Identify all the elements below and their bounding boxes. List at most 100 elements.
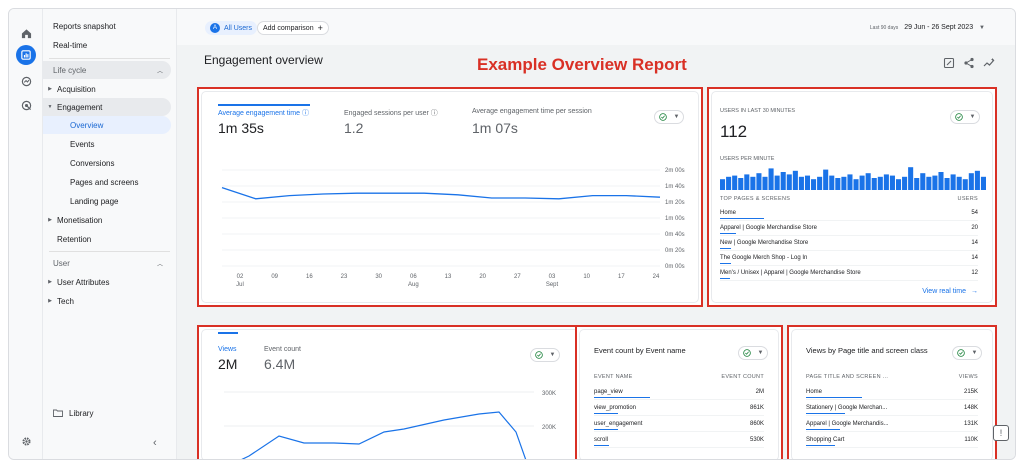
- nav-tech[interactable]: ▶ Tech: [43, 292, 74, 310]
- users-per-minute-bar: [817, 176, 823, 190]
- home-icon[interactable]: [16, 23, 36, 43]
- users-per-minute-bar: [883, 174, 889, 190]
- share-icon[interactable]: [963, 57, 975, 69]
- metric-tab-sessions-per-user[interactable]: Engaged sessions per user ⓘ: [344, 108, 438, 118]
- date-range-picker[interactable]: Last 90 days 29 Jun - 26 Sept 2023 ▼: [870, 24, 985, 31]
- realtime-card: USERS IN LAST 30 MINUTES 112 ▼ USERS PER…: [711, 91, 993, 303]
- collapse-nav-chevron-icon[interactable]: ‹: [153, 437, 157, 449]
- nav-library[interactable]: Library: [53, 404, 93, 422]
- all-users-chip[interactable]: A All Users: [205, 21, 258, 35]
- metric-tab-avg-engagement[interactable]: Average engagement time ⓘ: [218, 108, 309, 118]
- comparison-check-dropdown[interactable]: ▼: [738, 346, 768, 360]
- x-tick-label: 16: [306, 274, 313, 280]
- chevron-up-icon: ︿: [156, 68, 163, 75]
- view-real-time-link[interactable]: View real time →: [922, 288, 978, 295]
- comparison-check-dropdown[interactable]: ▼: [530, 348, 560, 362]
- overlay-report-label: Example Overview Report: [477, 55, 687, 74]
- row-value: 530K: [749, 436, 764, 443]
- insights-icon[interactable]: [983, 57, 995, 69]
- table-row[interactable]: user_engagement 860K: [594, 416, 764, 432]
- comparison-check-dropdown[interactable]: ▼: [950, 110, 980, 124]
- users-per-minute-bar: [889, 175, 895, 190]
- nav-pages-and-screens[interactable]: Pages and screens: [70, 173, 139, 191]
- explore-icon[interactable]: [16, 71, 36, 91]
- table-row[interactable]: Stationery | Google Merchan... 148K: [806, 400, 978, 416]
- table-row[interactable]: view_promotion 861K: [594, 400, 764, 416]
- nav-user-attributes[interactable]: ▶ User Attributes: [43, 273, 109, 291]
- nav-acquisition[interactable]: ▶ Acquisition: [43, 80, 96, 98]
- x-tick-label: 24: [653, 274, 660, 280]
- row-share-bar: [594, 412, 619, 414]
- y-tick-label: 200K: [542, 425, 556, 431]
- nav-conversions[interactable]: Conversions: [70, 154, 114, 172]
- nav-events[interactable]: Events: [70, 135, 94, 153]
- table-row[interactable]: Apparel | Google Merchandis... 131K: [806, 416, 978, 432]
- row-share-bar: [594, 444, 610, 446]
- table-row[interactable]: Apparel | Google Merchandise Store 20: [720, 221, 978, 236]
- users-per-minute-bar: [774, 175, 780, 190]
- row-value: 860K: [749, 420, 764, 427]
- realtime-users-value: 112: [720, 122, 748, 141]
- table-row[interactable]: Men's / Unisex | Apparel | Google Mercha…: [720, 266, 978, 281]
- events-card: Event count by Event name ▼ EVENT NAME E…: [579, 329, 779, 459]
- nav-engagement[interactable]: ▼ Engagement: [43, 98, 171, 116]
- check-circle-icon: [742, 349, 751, 357]
- metric-tab-views[interactable]: Views: [218, 346, 237, 353]
- table-row[interactable]: page_view 2M: [594, 384, 764, 400]
- row-value: 54: [971, 210, 978, 216]
- event-count-header: EVENT COUNT: [721, 374, 764, 380]
- table-row[interactable]: The Google Merch Shop - Log In 14: [720, 251, 978, 266]
- table-row[interactable]: scroll 530K: [594, 432, 764, 448]
- row-value: 14: [971, 255, 978, 261]
- metric-tab-time-per-session[interactable]: Average engagement time per session: [472, 108, 592, 115]
- x-tick-label: 06: [410, 274, 417, 280]
- nav-label: Engagement: [57, 102, 103, 112]
- metric-value: 1.2: [344, 120, 364, 136]
- x-tick-label: 13: [445, 274, 452, 280]
- nav-overview[interactable]: Overview: [43, 116, 171, 134]
- feedback-icon[interactable]: !: [993, 425, 1009, 441]
- nav-retention[interactable]: Retention: [57, 230, 91, 248]
- table-row[interactable]: Home 215K: [806, 384, 978, 400]
- add-comparison-button[interactable]: Add comparison +: [257, 21, 329, 35]
- x-tick-label: 20: [479, 274, 486, 280]
- help-icon[interactable]: ⓘ: [302, 110, 309, 117]
- row-share-bar: [720, 262, 732, 264]
- metric-tab-event-count[interactable]: Event count: [264, 346, 301, 353]
- metric-label: Engaged sessions per user: [344, 110, 429, 117]
- table-row[interactable]: Shopping Cart 110K: [806, 432, 978, 448]
- y-tick-label: 0m 40s: [665, 232, 685, 238]
- nav-realtime[interactable]: Real-time: [53, 36, 87, 54]
- nav-section-lifecycle[interactable]: Life cycle ︿: [43, 61, 171, 79]
- users-per-minute-bar: [732, 175, 738, 190]
- plus-icon: +: [317, 23, 323, 33]
- nav-section-user[interactable]: User ︿: [43, 254, 171, 272]
- x-tick-label: 30: [375, 274, 382, 280]
- row-label: New | Google Merchandise Store: [720, 240, 809, 246]
- users-per-minute-bar: [804, 175, 811, 190]
- nav-label: User Attributes: [57, 277, 110, 287]
- users-per-minute-bar: [920, 173, 926, 190]
- comparison-check-dropdown[interactable]: ▼: [952, 346, 982, 360]
- nav-reports-snapshot[interactable]: Reports snapshot: [53, 17, 116, 35]
- y-tick-label: 1m 20s: [665, 200, 685, 206]
- table-row[interactable]: Home 54: [720, 206, 978, 221]
- advertising-icon[interactable]: [16, 95, 36, 115]
- users-per-minute-bar: [829, 175, 835, 190]
- users-per-minute-bar: [932, 175, 938, 190]
- dropdown-arrow-icon: ▼: [549, 352, 556, 358]
- reports-icon[interactable]: [16, 45, 36, 65]
- y-tick-label: 1m 40s: [665, 184, 685, 190]
- nav-monetisation[interactable]: ▶ Monetisation: [43, 211, 102, 229]
- y-tick-label: 0m 00s: [665, 264, 685, 270]
- row-share-bar: [720, 247, 732, 249]
- edit-report-icon[interactable]: [943, 57, 955, 69]
- nav-label: Monetisation: [57, 215, 103, 225]
- settings-gear-icon[interactable]: [16, 431, 36, 451]
- nav-landing-page[interactable]: Landing page: [70, 192, 119, 210]
- users-per-minute-bar: [908, 167, 914, 190]
- comparison-check-dropdown[interactable]: ▼: [654, 110, 684, 124]
- table-row[interactable]: New | Google Merchandise Store 14: [720, 236, 978, 251]
- help-icon[interactable]: ⓘ: [431, 110, 438, 117]
- collapse-arrow-icon: ▼: [47, 104, 53, 110]
